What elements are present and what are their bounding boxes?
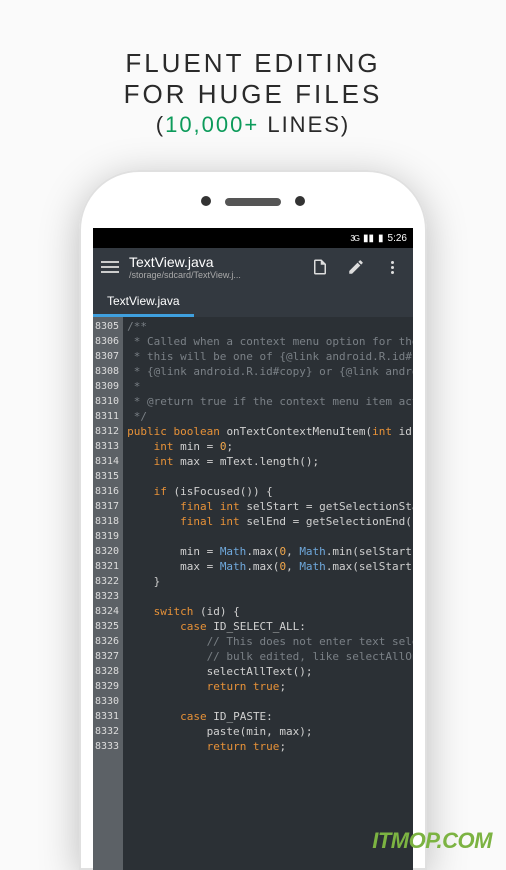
- phone-speaker: [225, 198, 281, 206]
- line-number: 8329: [95, 679, 119, 694]
- code-editor[interactable]: 8305830683078308830983108311831283138314…: [93, 317, 413, 870]
- code-line: switch (id) {: [127, 604, 413, 619]
- battery-icon: ▮: [378, 233, 384, 244]
- file-path: /storage/sdcard/TextView.j...: [129, 270, 297, 280]
- code-line: max = Math.max(0, Math.max(selStart, sel…: [127, 559, 413, 574]
- code-line: * {@link android.R.id#copy} or {@link an…: [127, 364, 413, 379]
- signal-icon: ▮▮: [363, 233, 374, 244]
- line-number: 8316: [95, 484, 119, 499]
- code-line: public boolean onTextContextMenuItem(int…: [127, 424, 413, 439]
- line-gutter: 8305830683078308830983108311831283138314…: [93, 317, 123, 870]
- line-number: 8330: [95, 694, 119, 709]
- promo-header: FLUENT EDITING FOR HUGE FILES (10,000+ L…: [0, 0, 506, 148]
- code-line: [127, 694, 413, 709]
- line-number: 8326: [95, 634, 119, 649]
- line-number: 8332: [95, 724, 119, 739]
- code-line: final int selStart = getSelectionStart()…: [127, 499, 413, 514]
- code-line: */: [127, 409, 413, 424]
- code-line: return true;: [127, 739, 413, 754]
- line-number: 8312: [95, 424, 119, 439]
- overflow-menu[interactable]: [379, 254, 405, 280]
- code-line: * this will be one of {@link android.R.i…: [127, 349, 413, 364]
- network-3g: 3G: [350, 234, 359, 243]
- clock: 5:26: [388, 233, 407, 244]
- phone-screen: 3G ▮▮ ▮ 5:26 TextView.java /storage/sdca…: [93, 228, 413, 870]
- code-line: }: [127, 574, 413, 589]
- phone-sensor: [295, 196, 305, 206]
- line-number: 8324: [95, 604, 119, 619]
- watermark: ITMOP.COM: [372, 828, 492, 854]
- line-number: 8305: [95, 319, 119, 334]
- file-title: TextView.java: [129, 254, 297, 270]
- line-number: 8320: [95, 544, 119, 559]
- code-line: [127, 529, 413, 544]
- code-line: * @return true if the context menu item …: [127, 394, 413, 409]
- line-number: 8314: [95, 454, 119, 469]
- code-line: /**: [127, 319, 413, 334]
- phone-camera: [201, 196, 211, 206]
- code-line: [127, 469, 413, 484]
- code-line: *: [127, 379, 413, 394]
- menu-button[interactable]: [101, 261, 119, 273]
- line-number: 8317: [95, 499, 119, 514]
- promo-subline: (10,000+ LINES): [20, 112, 486, 138]
- line-number: 8311: [95, 409, 119, 424]
- line-number: 8309: [95, 379, 119, 394]
- app-bar: TextView.java /storage/sdcard/TextView.j…: [93, 248, 413, 286]
- code-line: return true;: [127, 679, 413, 694]
- line-number: 8327: [95, 649, 119, 664]
- line-number: 8313: [95, 439, 119, 454]
- line-number: 8322: [95, 574, 119, 589]
- tab-bar: TextView.java: [93, 286, 413, 317]
- line-number: 8307: [95, 349, 119, 364]
- code-line: paste(min, max);: [127, 724, 413, 739]
- status-bar: 3G ▮▮ ▮ 5:26: [93, 228, 413, 248]
- file-icon[interactable]: [307, 254, 333, 280]
- line-number: 8315: [95, 469, 119, 484]
- file-titles: TextView.java /storage/sdcard/TextView.j…: [129, 254, 297, 280]
- line-number: 8323: [95, 589, 119, 604]
- line-number: 8318: [95, 514, 119, 529]
- code-area[interactable]: /** * Called when a context menu option …: [123, 317, 413, 870]
- code-line: min = Math.max(0, Math.min(selStart, sel…: [127, 544, 413, 559]
- code-line: case ID_SELECT_ALL:: [127, 619, 413, 634]
- line-number: 8306: [95, 334, 119, 349]
- code-line: case ID_PASTE:: [127, 709, 413, 724]
- line-number: 8310: [95, 394, 119, 409]
- code-line: [127, 589, 413, 604]
- code-line: selectAllText();: [127, 664, 413, 679]
- line-number: 8325: [95, 619, 119, 634]
- line-number: 8328: [95, 664, 119, 679]
- edit-icon[interactable]: [343, 254, 369, 280]
- code-line: int min = 0;: [127, 439, 413, 454]
- code-line: // This does not enter text selection mo…: [127, 634, 413, 649]
- line-number: 8321: [95, 559, 119, 574]
- promo-line2: FOR HUGE FILES: [20, 79, 486, 110]
- code-line: final int selEnd = getSelectionEnd();: [127, 514, 413, 529]
- line-number: 8308: [95, 364, 119, 379]
- promo-line1: FLUENT EDITING: [20, 48, 486, 79]
- code-line: // bulk edited, like selectAllOnFocus do…: [127, 649, 413, 664]
- tab-textview[interactable]: TextView.java: [93, 286, 194, 317]
- line-number: 8319: [95, 529, 119, 544]
- code-line: if (isFocused()) {: [127, 484, 413, 499]
- line-number: 8331: [95, 709, 119, 724]
- phone-frame: 3G ▮▮ ▮ 5:26 TextView.java /storage/sdca…: [79, 170, 427, 870]
- line-number: 8333: [95, 739, 119, 754]
- code-line: int max = mText.length();: [127, 454, 413, 469]
- code-line: * Called when a context menu option for …: [127, 334, 413, 349]
